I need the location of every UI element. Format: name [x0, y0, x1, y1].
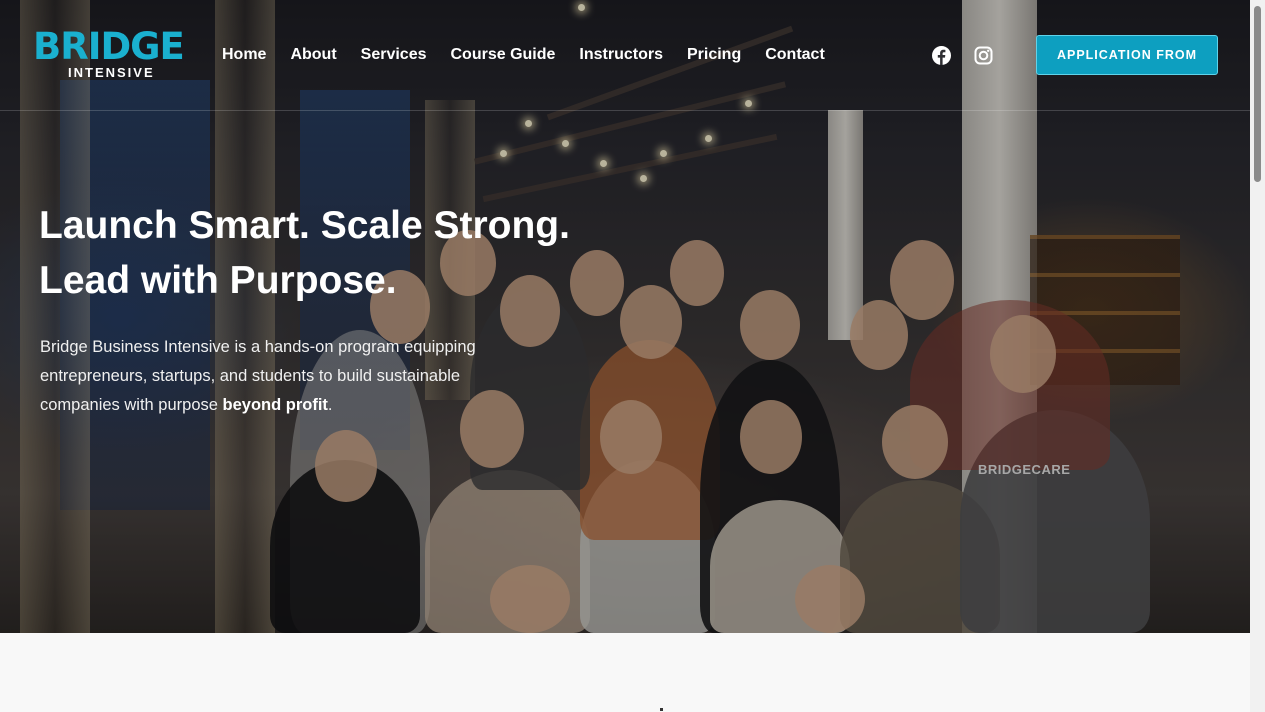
- logo-subtitle: INTENSIVE: [68, 65, 155, 80]
- nav-item-home[interactable]: Home: [222, 44, 266, 66]
- page-scrollbar[interactable]: [1250, 0, 1265, 712]
- scrollbar-thumb[interactable]: [1254, 6, 1261, 182]
- nav-item-services[interactable]: Services: [361, 44, 427, 66]
- next-section: [0, 633, 1250, 712]
- nav-item-pricing[interactable]: Pricing: [687, 44, 741, 66]
- logo-wordmark: BRIDGE: [33, 25, 185, 68]
- instagram-icon[interactable]: [974, 46, 993, 65]
- section-edge-mark: [660, 708, 663, 711]
- hero-section: BRIDGECARE BRIDGE INTENSIVE Home About S…: [0, 0, 1250, 633]
- hero-description-end: .: [327, 396, 333, 414]
- site-header: BRIDGE INTENSIVE Home About Services Cou…: [0, 0, 1250, 111]
- application-form-button[interactable]: APPLICATION FROM: [1036, 35, 1218, 75]
- nav-item-about[interactable]: About: [290, 44, 336, 66]
- site-logo[interactable]: BRIDGE INTENSIVE: [33, 27, 203, 87]
- nav-item-instructors[interactable]: Instructors: [579, 44, 663, 66]
- main-nav: Home About Services Course Guide Instruc…: [222, 44, 849, 66]
- facebook-icon[interactable]: [932, 46, 951, 65]
- hero-description: Bridge Business Intensive is a hands-on …: [40, 333, 540, 420]
- hero-heading-line1: Launch Smart. Scale Strong.: [39, 204, 570, 247]
- nav-item-contact[interactable]: Contact: [765, 44, 825, 66]
- hero-heading-line2: Lead with Purpose.: [39, 259, 397, 302]
- hero-description-bold: beyond profit: [222, 396, 328, 414]
- hero-heading: Launch Smart. Scale Strong. Lead with Pu…: [39, 198, 599, 308]
- nav-item-course-guide[interactable]: Course Guide: [451, 44, 556, 66]
